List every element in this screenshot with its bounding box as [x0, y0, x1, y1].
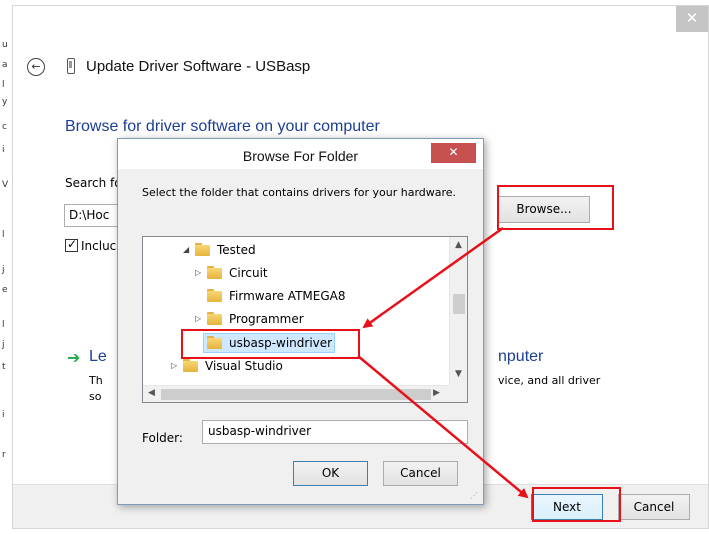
edge-char: l — [2, 320, 5, 330]
wizard-title: Update Driver Software - USBasp — [86, 58, 311, 75]
option-description-start: Th — [89, 374, 103, 387]
edge-char: l — [2, 80, 5, 90]
folder-icon — [183, 359, 198, 372]
dialog-cancel-button[interactable]: Cancel — [383, 461, 458, 486]
edge-char: i — [2, 145, 5, 155]
browse-for-folder-dialog: Browse For Folder ✕ Select the folder th… — [117, 138, 484, 505]
usb-device-icon — [67, 58, 75, 74]
include-subfolders-label: Incluc — [81, 239, 117, 253]
annotation-box-selected-folder — [181, 329, 360, 359]
edge-char: j — [2, 265, 5, 275]
page-heading: Browse for driver software on your compu… — [65, 118, 380, 135]
tree-vertical-scrollbar[interactable]: ▲ ▼ — [449, 237, 467, 385]
search-location-label: Search fo — [65, 176, 122, 190]
scroll-right-icon[interactable]: ▶ — [433, 388, 440, 398]
annotation-box-browse — [497, 185, 614, 230]
folder-icon — [207, 312, 222, 325]
background-window-edge: u a l y c i V l j e l j t i r — [0, 0, 10, 534]
back-arrow-icon[interactable]: ← — [27, 58, 45, 76]
tree-item-tested[interactable]: ◢ Tested — [143, 241, 443, 261]
edge-char: t — [2, 362, 6, 372]
folder-input[interactable]: usbasp-windriver — [202, 420, 468, 444]
pick-from-list-link-end[interactable]: nputer — [498, 348, 543, 366]
include-subfolders-row[interactable]: Incluc — [65, 237, 117, 253]
tree-item-visual-studio[interactable]: ▷ Visual Studio — [143, 357, 443, 377]
edge-char: a — [2, 60, 8, 70]
edge-char: i — [2, 410, 5, 420]
folder-icon — [195, 243, 210, 256]
tree-item-label: Tested — [217, 243, 256, 257]
edge-char: e — [2, 285, 8, 295]
edge-char: l — [2, 230, 5, 240]
include-subfolders-checkbox[interactable] — [65, 237, 78, 252]
vertical-scroll-thumb[interactable] — [453, 294, 465, 314]
collapsed-arrow-icon[interactable]: ▷ — [195, 314, 201, 323]
edge-char: j — [2, 340, 5, 350]
edge-char: r — [2, 450, 6, 460]
scroll-up-icon[interactable]: ▲ — [455, 240, 462, 250]
pick-from-list-link-start[interactable]: Le — [89, 348, 107, 366]
tree-item-programmer[interactable]: ▷ Programmer — [143, 310, 443, 330]
dialog-instruction: Select the folder that contains drivers … — [142, 186, 457, 199]
dialog-title: Browse For Folder — [242, 148, 359, 164]
edge-char: c — [2, 122, 7, 132]
expanded-arrow-icon[interactable]: ◢ — [183, 245, 189, 254]
scroll-down-icon[interactable]: ▼ — [455, 369, 462, 379]
annotation-box-next — [532, 487, 621, 522]
scrollbar-corner — [449, 385, 467, 402]
collapsed-arrow-icon[interactable]: ▷ — [195, 268, 201, 277]
folder-field-label: Folder: — [142, 431, 183, 445]
tree-item-label: Firmware ATMEGA8 — [229, 289, 346, 303]
dialog-close-button[interactable]: ✕ — [431, 143, 476, 163]
tree-item-firmware-atmega8[interactable]: Firmware ATMEGA8 — [143, 287, 443, 307]
edge-char: V — [2, 180, 9, 190]
resize-grip-icon[interactable]: ⋰ — [470, 491, 478, 500]
folder-icon — [207, 266, 222, 279]
tree-item-label: Visual Studio — [205, 359, 283, 373]
tree-item-circuit[interactable]: ▷ Circuit — [143, 264, 443, 284]
option-description-end: vice, and all driver — [498, 374, 601, 387]
dialog-titlebar: Browse For Folder ✕ — [118, 139, 483, 169]
cancel-button[interactable]: Cancel — [618, 494, 690, 520]
folder-icon — [207, 289, 222, 302]
edge-char: u — [2, 40, 8, 50]
tree-horizontal-scrollbar[interactable]: ◀ ▶ — [143, 385, 449, 402]
horizontal-scroll-thumb[interactable] — [161, 389, 431, 400]
edge-char: y — [2, 97, 8, 107]
tree-item-label: Programmer — [229, 312, 304, 326]
ok-button[interactable]: OK — [293, 461, 368, 486]
scroll-left-icon[interactable]: ◀ — [148, 388, 155, 398]
collapsed-arrow-icon[interactable]: ▷ — [171, 361, 177, 370]
option-description-line2-start: so — [89, 390, 102, 403]
folder-tree[interactable]: ◢ Tested ▷ Circuit Firmware ATMEGA8 ▷ Pr… — [142, 236, 468, 403]
green-arrow-icon: ➔ — [67, 348, 81, 367]
wizard-close-button[interactable]: ✕ — [676, 6, 708, 32]
tree-item-label: Circuit — [229, 266, 268, 280]
